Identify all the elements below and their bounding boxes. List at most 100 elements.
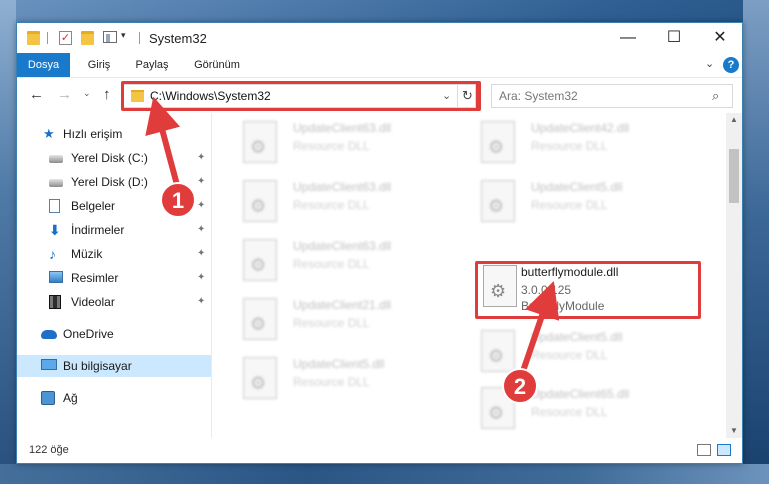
back-button[interactable]: ← <box>29 86 44 103</box>
up-button[interactable]: ↑ <box>103 86 111 103</box>
folder-icon <box>27 31 40 45</box>
title-bar: ✓ ▾ System32 — ☐ ✕ <box>17 23 742 53</box>
tab-view[interactable]: Görünüm <box>187 53 247 77</box>
navigation-pane: ★ Hızlı erişim Yerel Disk (C:) ✦ Yerel D… <box>17 113 212 438</box>
tab-home[interactable]: Giriş <box>79 53 119 77</box>
videos-icon <box>49 295 61 309</box>
network-icon <box>41 391 55 405</box>
sidebar-item-documents[interactable]: Belgeler ✦ <box>17 195 211 217</box>
title-separator <box>139 32 140 44</box>
forward-button[interactable]: → <box>57 86 72 103</box>
file-type: Resource DLL <box>531 139 608 153</box>
sidebar-item-this-pc[interactable]: Bu bilgisayar <box>17 355 211 377</box>
desktop-background-right <box>743 0 769 484</box>
item-count: 122 öğe <box>29 444 69 456</box>
navigation-bar: ← → ⌄ ↑ C:\Windows\System32 ⌄ ↻ Ara: Sys… <box>17 77 742 113</box>
file-name: UpdateClient5.dll <box>531 180 623 194</box>
tab-file[interactable]: Dosya <box>17 53 70 77</box>
customize-quick-access-icon[interactable]: ▾ <box>121 30 126 41</box>
sidebar-item-onedrive[interactable]: OneDrive <box>17 323 211 345</box>
sidebar-item-pictures[interactable]: Resimler ✦ <box>17 267 211 289</box>
search-icon[interactable]: ⌕ <box>712 88 719 104</box>
sidebar-item-quick-access[interactable]: ★ Hızlı erişim <box>17 123 211 145</box>
sidebar-item-label: Hızlı erişim <box>63 127 123 141</box>
minimize-button[interactable]: — <box>605 23 651 53</box>
this-pc-icon <box>41 359 57 370</box>
close-button[interactable]: ✕ <box>697 23 743 53</box>
pin-icon[interactable]: ✦ <box>197 296 205 307</box>
dll-file-icon: ⚙ <box>481 180 515 222</box>
documents-icon <box>49 199 60 213</box>
pin-icon[interactable]: ✦ <box>197 152 205 163</box>
status-bar: 122 öğe <box>17 438 742 463</box>
desktop-background-left <box>0 0 16 484</box>
details-view-icon[interactable] <box>697 444 711 456</box>
file-item[interactable]: ⚙ UpdateClient5.dll Resource DLL <box>459 172 689 228</box>
large-icons-view-icon[interactable] <box>717 444 731 456</box>
new-folder-icon[interactable] <box>81 31 94 45</box>
file-item[interactable]: ⚙ UpdateClient21.dll Resource DLL <box>221 290 451 346</box>
pin-icon[interactable]: ✦ <box>197 224 205 235</box>
sidebar-item-label: Ağ <box>63 391 78 405</box>
properties-check-icon[interactable]: ✓ <box>59 31 72 45</box>
file-item[interactable]: ⚙ UpdateClient5.dll Resource DLL <box>459 322 689 378</box>
file-type: Resource DLL <box>531 405 608 419</box>
file-highlight-box <box>475 261 701 319</box>
file-list: ⚙ UpdateClient63.dll Resource DLL ⚙ Upda… <box>213 113 726 438</box>
pin-icon[interactable]: ✦ <box>197 272 205 283</box>
file-name: UpdateClient5.dll <box>293 357 385 371</box>
pin-icon[interactable]: ✦ <box>197 200 205 211</box>
title-separator <box>47 32 48 44</box>
sidebar-item-label: Yerel Disk (D:) <box>71 175 148 189</box>
help-icon[interactable]: ? <box>723 57 739 73</box>
file-name: UpdateClient21.dll <box>293 298 392 312</box>
file-name: UpdateClient63.dll <box>293 239 392 253</box>
downloads-icon: ⬇ <box>49 222 61 238</box>
file-item[interactable]: ⚙ UpdateClient63.dll Resource DLL <box>221 231 451 287</box>
scroll-down-icon[interactable]: ▼ <box>726 424 742 438</box>
ribbon-tabs: Dosya Giriş Paylaş Görünüm ⌄ ? <box>17 53 742 77</box>
window-title: System32 <box>149 31 207 46</box>
pin-icon[interactable]: ✦ <box>197 248 205 259</box>
maximize-button[interactable]: ☐ <box>651 23 697 53</box>
sidebar-item-music[interactable]: ♪ Müzik ✦ <box>17 243 211 265</box>
sidebar-item-network[interactable]: Ağ <box>17 387 211 409</box>
tab-share[interactable]: Paylaş <box>127 53 177 77</box>
scroll-up-icon[interactable]: ▲ <box>726 113 742 127</box>
desktop-background-bottom <box>0 464 769 484</box>
sidebar-item-label: Yerel Disk (C:) <box>71 151 148 165</box>
sidebar-item-label: Resimler <box>71 271 119 285</box>
sidebar-item-label: Videolar <box>71 295 115 309</box>
sidebar-item-label: OneDrive <box>63 327 114 341</box>
file-item[interactable]: ⚙ UpdateClient63.dll Resource DLL <box>221 172 451 228</box>
file-type: Resource DLL <box>531 348 608 362</box>
vertical-scrollbar[interactable]: ▲ ▼ <box>726 113 742 438</box>
expand-ribbon-icon[interactable]: ⌄ <box>705 57 714 70</box>
onedrive-icon <box>41 330 57 339</box>
sidebar-item-label: Bu bilgisayar <box>63 359 132 373</box>
file-type: Resource DLL <box>293 198 370 212</box>
file-type: Resource DLL <box>293 316 370 330</box>
file-name: UpdateClient63.dll <box>293 180 392 194</box>
file-name: UpdateClient5.dll <box>531 330 623 344</box>
dll-file-icon: ⚙ <box>481 387 515 429</box>
drive-icon <box>49 179 63 187</box>
sidebar-item-disk-d[interactable]: Yerel Disk (D:) ✦ <box>17 171 211 193</box>
sidebar-item-videos[interactable]: Videolar ✦ <box>17 291 211 313</box>
file-name: UpdateClient42.dll <box>531 121 630 135</box>
file-item[interactable]: ⚙ UpdateClient63.dll Resource DLL <box>221 113 451 169</box>
dll-file-icon: ⚙ <box>481 330 515 372</box>
sidebar-item-disk-c[interactable]: Yerel Disk (C:) ✦ <box>17 147 211 169</box>
file-item[interactable]: ⚙ UpdateClient42.dll Resource DLL <box>459 113 689 169</box>
recent-locations-button[interactable]: ⌄ <box>83 88 91 99</box>
properties-icon[interactable] <box>103 31 117 43</box>
pin-icon[interactable]: ✦ <box>197 176 205 187</box>
dll-file-icon: ⚙ <box>481 121 515 163</box>
sidebar-item-downloads[interactable]: ⬇ İndirmeler ✦ <box>17 219 211 241</box>
file-type: Resource DLL <box>293 139 370 153</box>
file-item[interactable]: ⚙ UpdateClient5.dll Resource DLL <box>221 349 451 405</box>
file-item[interactable]: ⚙ UpdateClient65.dll Resource DLL <box>459 379 689 435</box>
search-input[interactable]: Ara: System32 ⌕ <box>491 84 733 108</box>
scrollbar-thumb[interactable] <box>729 149 739 203</box>
address-highlight-box <box>121 81 479 111</box>
